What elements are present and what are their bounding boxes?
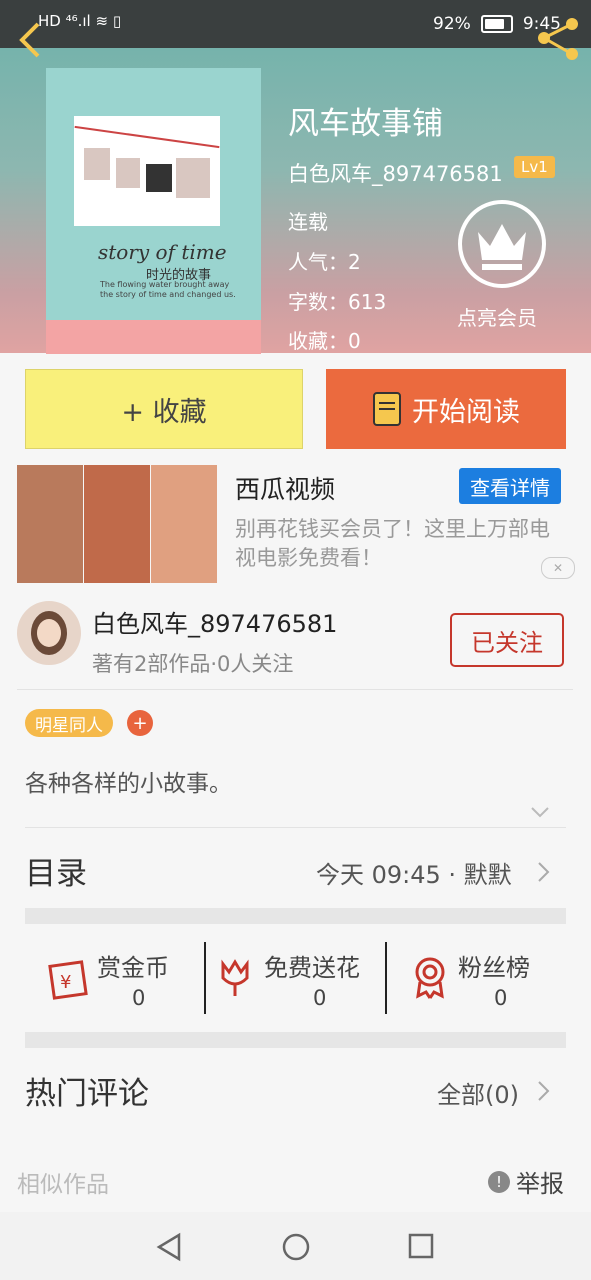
tag-badge[interactable]: 明星同人 <box>25 709 113 737</box>
divider <box>385 942 387 1014</box>
send-flower-label[interactable]: 免费送花 <box>264 948 360 983</box>
divider <box>204 942 206 1014</box>
book-author[interactable]: 白色风车_897476581 <box>288 158 503 188</box>
book-popularity: 人气：2 <box>288 250 361 274</box>
ad-image[interactable] <box>84 465 150 583</box>
collect-button[interactable]: + 收藏 <box>25 369 303 449</box>
cover-photo-item <box>114 156 142 190</box>
hot-comments-title: 热门评论 <box>25 1076 149 1112</box>
ad-title[interactable]: 西瓜视频 <box>235 470 335 506</box>
section-divider <box>25 1032 566 1048</box>
cover-skyline <box>46 320 261 354</box>
chevron-right-icon[interactable] <box>537 861 551 883</box>
svg-text:¥: ¥ <box>60 972 71 993</box>
battery-percent: 92% <box>433 14 471 34</box>
send-flower-button[interactable] <box>217 958 253 1002</box>
author-name[interactable]: 白色风车_897476581 <box>92 604 337 639</box>
red-envelope-icon: ¥ <box>48 960 88 1000</box>
cover-photo-item <box>144 162 174 194</box>
all-comments-link[interactable]: 全部(0) <box>437 1075 519 1110</box>
follow-button[interactable]: 已关注 <box>450 613 564 667</box>
section-divider <box>25 908 566 924</box>
system-nav-bar <box>0 1212 591 1280</box>
share-icon[interactable] <box>536 16 582 62</box>
flower-icon <box>221 959 249 996</box>
send-flower-value: 0 <box>313 986 327 1010</box>
book-status: 连载 <box>288 210 328 234</box>
book-intro: 各种各样的小故事。 <box>25 771 232 797</box>
ad-details-button[interactable]: 查看详情 <box>459 468 561 504</box>
report-label: 举报 <box>516 1170 564 1198</box>
reward-coin-value: 0 <box>132 986 146 1010</box>
fan-ranking-button[interactable] <box>410 956 450 1004</box>
book-favorites: 收藏：0 <box>288 329 361 353</box>
back-icon[interactable] <box>16 20 44 60</box>
fan-ranking-label[interactable]: 粉丝榜 <box>458 948 530 983</box>
back-nav-icon[interactable] <box>155 1232 183 1262</box>
book-icon <box>373 392 401 426</box>
vip-button[interactable] <box>458 200 546 288</box>
status-icons: HD ⁴⁶.ıl ≋ ▯ <box>38 12 121 30</box>
status-bar: HD ⁴⁶.ıl ≋ ▯ 92% 9:45 <box>0 0 591 48</box>
avatar[interactable] <box>17 601 81 665</box>
book-word-count: 字数：613 <box>288 290 387 314</box>
catalog-title[interactable]: 目录 <box>25 848 87 893</box>
start-reading-label: 开始阅读 <box>412 396 520 428</box>
level-badge: Lv1 <box>514 156 555 178</box>
author-stats: 著有2部作品·0人关注 <box>92 652 294 676</box>
alert-icon: ! <box>488 1170 510 1193</box>
divider <box>17 689 573 690</box>
cover-subtitle-en: The flowing water brought away the story… <box>100 280 236 299</box>
network-status: HD ⁴⁶.ıl ≋ ▯ <box>38 12 122 30</box>
recents-nav-icon[interactable] <box>407 1232 435 1260</box>
cover-photo-item <box>174 156 212 200</box>
book-title: 风车故事铺 <box>288 106 443 142</box>
catalog-latest[interactable]: 今天 09:45 · 默默 <box>316 855 512 890</box>
divider <box>25 827 566 828</box>
ad-image[interactable] <box>17 465 83 583</box>
chevron-right-icon[interactable] <box>537 1080 551 1102</box>
similar-works-title: 相似作品 <box>17 1172 109 1198</box>
reward-coin-label[interactable]: 赏金币 <box>97 948 169 983</box>
crown-icon <box>478 224 526 270</box>
vip-label[interactable]: 点亮会员 <box>457 302 537 331</box>
add-tag-button[interactable]: + <box>127 710 153 736</box>
report-button[interactable]: ! 举报 <box>488 1164 564 1199</box>
start-reading-button[interactable]: 开始阅读 <box>326 369 566 449</box>
ad-image[interactable] <box>151 465 217 583</box>
fan-ranking-value: 0 <box>494 986 508 1010</box>
cover-title: story of time <box>98 240 227 264</box>
battery-icon <box>480 15 513 33</box>
cover-photo <box>74 116 220 226</box>
expand-chevron-icon[interactable] <box>530 806 550 818</box>
cover-string <box>74 125 220 149</box>
cover-photo-item <box>82 146 112 182</box>
medal-icon <box>415 957 445 999</box>
home-nav-icon[interactable] <box>281 1232 311 1262</box>
ad-close-button[interactable]: ✕ <box>541 557 575 579</box>
reward-coin-button[interactable]: ¥ <box>46 958 90 1004</box>
book-cover[interactable]: story of time 时光的故事 The flowing water br… <box>46 68 261 354</box>
book-header: story of time 时光的故事 The flowing water br… <box>0 18 591 354</box>
ad-description[interactable]: 别再花钱买会员了！这里上万部电视电影免费看！ <box>235 515 565 573</box>
